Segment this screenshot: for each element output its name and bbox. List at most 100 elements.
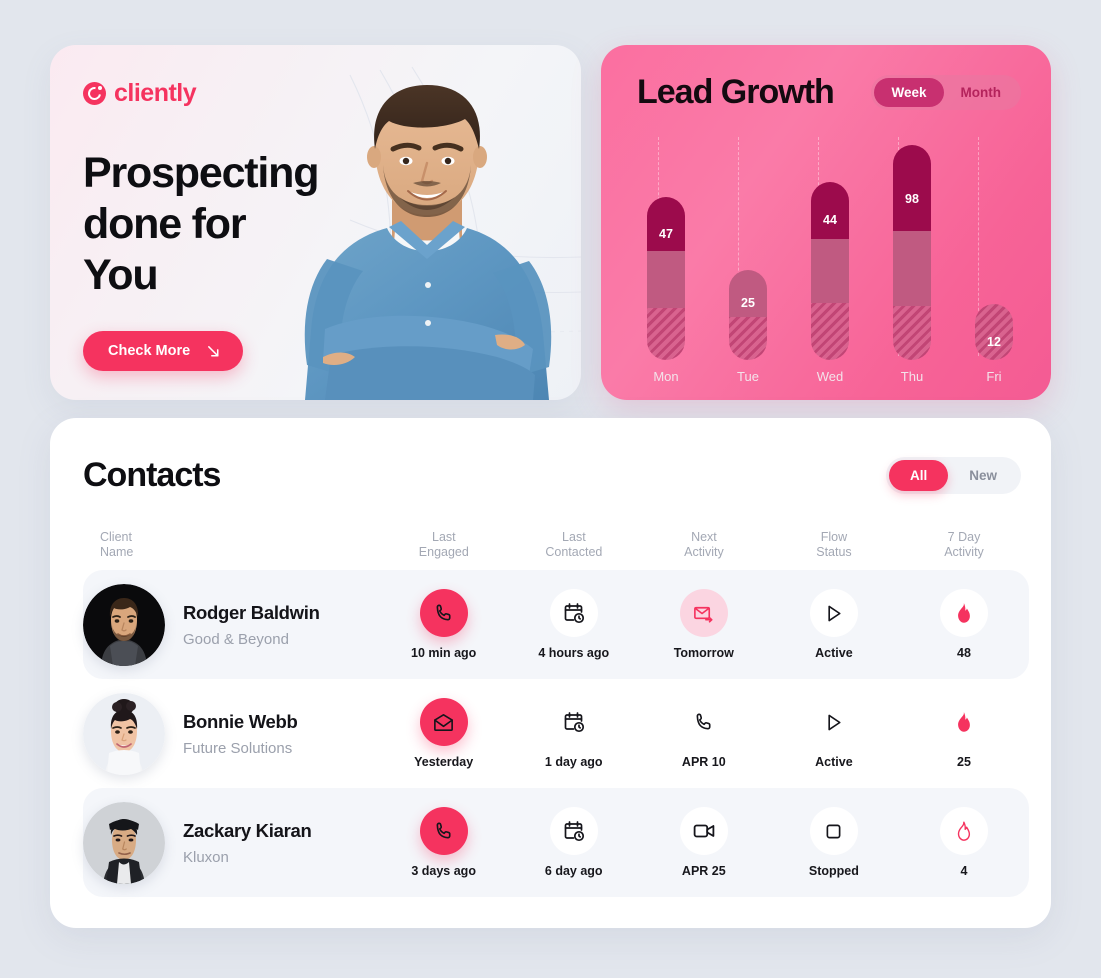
table-column-headers: Client Name Last Engaged Last Contacted … xyxy=(83,530,1029,560)
logo-wordmark: cliently xyxy=(114,79,197,107)
stop-square-icon[interactable] xyxy=(809,807,858,855)
next-activity-label: APR 25 xyxy=(681,864,726,878)
calendar-clock-icon[interactable] xyxy=(549,698,598,746)
bar-label-tue: Tue xyxy=(737,369,759,384)
phone-icon[interactable] xyxy=(419,807,468,855)
cell-next-activity[interactable]: APR 10 xyxy=(639,698,769,769)
bar-value-wed: 44 xyxy=(823,213,837,227)
lead-growth-card: Lead Growth Week Month 47 Mon 25 Tue 44 Wed 98… xyxy=(601,45,1051,400)
bar-tue[interactable]: 25 xyxy=(729,270,767,360)
client-name: Zackary Kiaran xyxy=(183,819,312,841)
page-title: Contacts xyxy=(83,456,221,494)
cell-flow-status[interactable]: Active xyxy=(769,698,899,769)
flow-status-label: Stopped xyxy=(808,864,859,878)
headline-line-3: You xyxy=(83,251,159,299)
table-row[interactable]: Bonnie Webb Future Solutions Yesterday 1… xyxy=(83,679,1029,788)
bar-column-tue[interactable]: 25 Tue xyxy=(710,137,786,384)
bar-column-mon[interactable]: 47 Mon xyxy=(628,137,704,384)
bar-label-wed: Wed xyxy=(816,369,844,384)
bar-segment-dark xyxy=(647,197,685,251)
cell-last-engaged[interactable]: 10 min ago xyxy=(379,589,509,660)
cell-flow-status[interactable]: Active xyxy=(769,589,899,660)
all-new-toggle[interactable]: All New xyxy=(885,457,1021,494)
headline-line-1: Prospecting xyxy=(83,149,319,197)
cell-7-day-activity[interactable]: 48 xyxy=(899,589,1029,660)
bar-segment-mid xyxy=(647,250,685,308)
client-org: Kluxon xyxy=(183,848,229,866)
column-header-last-contacted: Last Contacted xyxy=(545,530,603,559)
bar-thu[interactable]: 98 xyxy=(893,145,931,360)
client-org: Good & Beyond xyxy=(183,630,289,648)
7-day-activity-label: 4 xyxy=(960,864,968,878)
phone-icon[interactable] xyxy=(679,698,728,746)
table-row[interactable]: Rodger Baldwin Good & Beyond 10 min ago … xyxy=(83,570,1029,679)
bar-fri[interactable]: 12 xyxy=(975,304,1013,360)
bar-segment-mid xyxy=(811,238,849,304)
contacts-table-body: Rodger Baldwin Good & Beyond 10 min ago … xyxy=(83,570,1029,897)
envelope-arrow-icon[interactable] xyxy=(679,589,728,637)
client-name: Rodger Baldwin xyxy=(183,601,320,623)
client-org: Future Solutions xyxy=(183,739,293,757)
cliently-c-logo-icon xyxy=(83,82,106,105)
avatar xyxy=(83,583,165,666)
flame-outline-icon[interactable] xyxy=(939,807,988,855)
play-icon[interactable] xyxy=(809,589,858,637)
bar-column-fri[interactable]: 12 Fri xyxy=(956,137,1032,384)
last-contacted-label: 1 day ago xyxy=(544,755,603,769)
bar-column-thu[interactable]: 98 Thu xyxy=(874,137,950,384)
cell-7-day-activity[interactable]: 4 xyxy=(899,807,1029,878)
flame-filled-icon[interactable] xyxy=(939,698,988,746)
flame-filled-icon[interactable] xyxy=(939,589,988,637)
cell-last-engaged[interactable]: Yesterday xyxy=(379,698,509,769)
cell-flow-status[interactable]: Stopped xyxy=(769,807,899,878)
bar-segment-hatch xyxy=(729,316,767,360)
bar-segment-hatch xyxy=(647,307,685,360)
column-header-7-day-activity: 7 Day Activity xyxy=(944,530,984,559)
toggle-month[interactable]: Month xyxy=(944,78,1018,107)
last-engaged-label: 3 days ago xyxy=(411,864,476,878)
7-day-activity-label: 25 xyxy=(957,755,971,769)
bar-label-fri: Fri xyxy=(986,369,1002,384)
video-camera-icon[interactable] xyxy=(679,807,728,855)
play-icon[interactable] xyxy=(809,698,858,746)
toggle-all[interactable]: All xyxy=(888,460,949,491)
cell-next-activity[interactable]: APR 25 xyxy=(639,807,769,878)
bar-label-mon: Mon xyxy=(653,369,679,384)
check-more-button[interactable]: Check More xyxy=(83,331,244,371)
cell-last-contacted[interactable]: 4 hours ago xyxy=(509,589,639,660)
bar-wed[interactable]: 44 xyxy=(811,182,849,360)
envelope-open-icon[interactable] xyxy=(419,698,468,746)
table-row[interactable]: Zackary Kiaran Kluxon 3 days ago 6 day a… xyxy=(83,788,1029,897)
cliently-logo[interactable]: cliently xyxy=(83,79,383,108)
hero-headline: Prospecting done for You xyxy=(83,148,383,301)
cell-client-name[interactable]: Bonnie Webb Future Solutions xyxy=(83,692,379,775)
avatar xyxy=(83,801,165,884)
cell-client-name[interactable]: Rodger Baldwin Good & Beyond xyxy=(83,583,379,666)
headline-line-2: done for xyxy=(83,200,247,248)
calendar-clock-icon[interactable] xyxy=(549,807,598,855)
cell-7-day-activity[interactable]: 25 xyxy=(899,698,1029,769)
cell-last-engaged[interactable]: 3 days ago xyxy=(379,807,509,878)
toggle-new[interactable]: New xyxy=(948,460,1018,491)
next-activity-label: APR 10 xyxy=(681,755,726,769)
bar-segment-hatch xyxy=(893,306,931,360)
phone-icon[interactable] xyxy=(419,589,468,637)
last-contacted-label: 4 hours ago xyxy=(538,646,610,660)
column-header-flow-status: Flow Status xyxy=(816,530,852,559)
check-more-label: Check More xyxy=(108,343,191,359)
toggle-week[interactable]: Week xyxy=(874,78,944,107)
cell-last-contacted[interactable]: 6 day ago xyxy=(509,807,639,878)
week-month-toggle[interactable]: Week Month xyxy=(871,75,1021,110)
arrow-down-right-icon xyxy=(206,344,221,359)
cell-client-name[interactable]: Zackary Kiaran Kluxon xyxy=(83,801,379,884)
bar-mon[interactable]: 47 xyxy=(647,197,685,360)
name-block: Bonnie Webb Future Solutions xyxy=(183,711,298,757)
bar-column-wed[interactable]: 44 Wed xyxy=(792,137,868,384)
cell-last-contacted[interactable]: 1 day ago xyxy=(509,698,639,769)
flow-status-label: Active xyxy=(815,646,853,660)
cell-next-activity[interactable]: Tomorrow xyxy=(639,589,769,660)
calendar-clock-icon[interactable] xyxy=(549,589,598,637)
bar-segment-mid xyxy=(893,231,931,307)
last-engaged-label: Yesterday xyxy=(414,755,474,769)
name-block: Zackary Kiaran Kluxon xyxy=(183,819,312,866)
